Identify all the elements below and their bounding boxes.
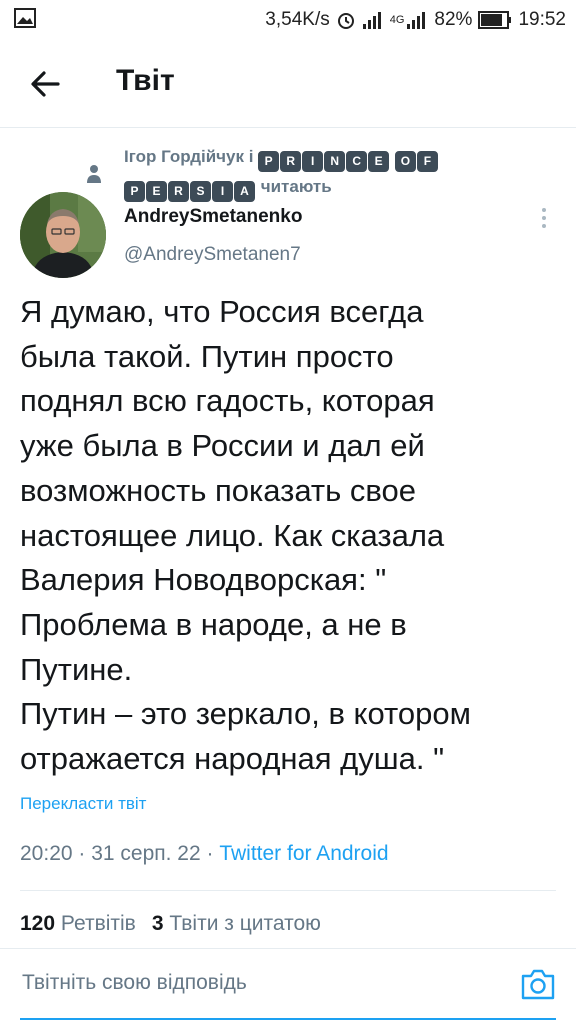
badge-letter: R <box>280 151 302 172</box>
quotes-label: Твіти з цитатою <box>169 912 321 935</box>
status-bar: 3,54K/s 4G 82% 19:52 <box>0 0 576 40</box>
badge-letter: A <box>234 181 255 202</box>
author-name[interactable]: AndreySmetanenko <box>124 206 302 228</box>
tweet-stats: 120 Ретвітів 3 Твіти з цитатою <box>20 912 321 936</box>
tweet-meta: 20:20 · 31 серп. 22 · Twitter for Androi… <box>20 842 389 866</box>
retweets-stat[interactable]: 120 Ретвітів <box>20 912 136 935</box>
signal-icon <box>362 12 381 29</box>
status-right: 3,54K/s 4G 82% 19:52 <box>265 8 566 32</box>
badge-letter: P <box>124 181 145 202</box>
social-context-prefix: Ігор Гордійчук і <box>124 147 254 166</box>
app-header: Твіт <box>0 40 576 128</box>
badge-letter: R <box>168 181 189 202</box>
camera-icon[interactable] <box>520 967 556 1001</box>
network-speed: 3,54K/s <box>265 9 330 30</box>
gallery-icon <box>14 8 36 28</box>
battery-icon <box>478 11 512 29</box>
badge-word-persia: PERSIA <box>124 177 261 202</box>
divider <box>20 890 556 891</box>
tweet-timestamp: 20:20 · 31 серп. 22 · <box>20 842 220 865</box>
badge-letter: I <box>302 151 324 172</box>
badge-letter: S <box>190 181 211 202</box>
arrow-left-icon[interactable] <box>26 66 66 102</box>
badge-letter: C <box>346 151 368 172</box>
translate-tweet-link[interactable]: Перекласти твіт <box>20 794 146 814</box>
badge-letter: F <box>416 151 438 172</box>
quotes-stat[interactable]: 3 Твіти з цитатою <box>152 912 321 935</box>
badge-word-of: OF <box>394 147 439 172</box>
retweets-label: Ретвітів <box>60 912 136 935</box>
alarm-icon <box>337 13 354 29</box>
signal-4g-icon <box>407 12 426 29</box>
avatar[interactable] <box>20 192 106 278</box>
social-context-text: Ігор Гордійчук і PRINCE OF PERSIA читают… <box>124 142 484 202</box>
reply-input[interactable]: Твітніть свою відповідь <box>22 971 247 995</box>
badge-letter: E <box>146 181 167 202</box>
tweet-source-link[interactable]: Twitter for Android <box>219 842 388 865</box>
reply-bar: Твітніть свою відповідь <box>0 948 576 1024</box>
more-options-icon[interactable] <box>534 206 554 232</box>
page-title: Твіт <box>116 64 175 97</box>
badge-letter: N <box>324 151 346 172</box>
badge-word-prince: PRINCE <box>258 147 395 172</box>
badge-letter: E <box>368 151 390 172</box>
badge-letter: P <box>258 151 280 172</box>
clock: 19:52 <box>518 9 566 30</box>
author-handle[interactable]: @AndreySmetanen7 <box>124 244 301 266</box>
battery-percent: 82% <box>434 9 473 30</box>
badge-letter: O <box>394 151 416 172</box>
retweets-count: 120 <box>20 912 56 935</box>
social-context-suffix: читають <box>260 177 332 196</box>
person-icon <box>87 165 101 183</box>
avatar-image <box>20 192 106 278</box>
quotes-count: 3 <box>151 912 164 935</box>
tweet-text: Я думаю, что Россия всегда была такой. П… <box>20 294 471 777</box>
reply-underline <box>20 1018 556 1020</box>
network-type: 4G <box>389 14 405 26</box>
badge-letter: I <box>212 181 233 202</box>
